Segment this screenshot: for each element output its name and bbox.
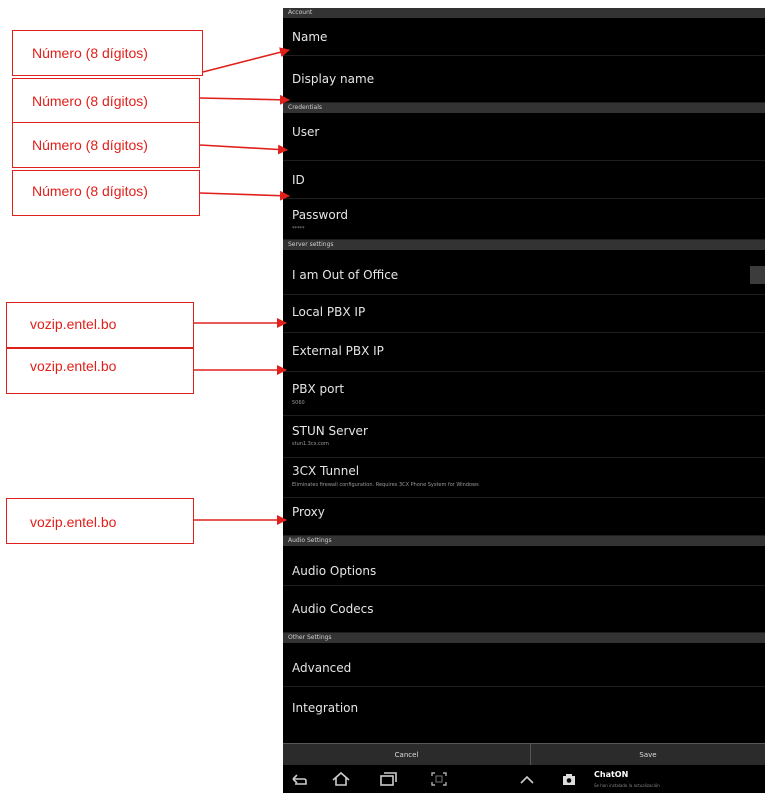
arrow-name xyxy=(202,47,290,73)
annotation-arrows xyxy=(194,47,290,525)
arrow-user xyxy=(199,144,288,155)
arrow-display-name xyxy=(199,94,290,105)
arrow-id xyxy=(199,190,290,201)
